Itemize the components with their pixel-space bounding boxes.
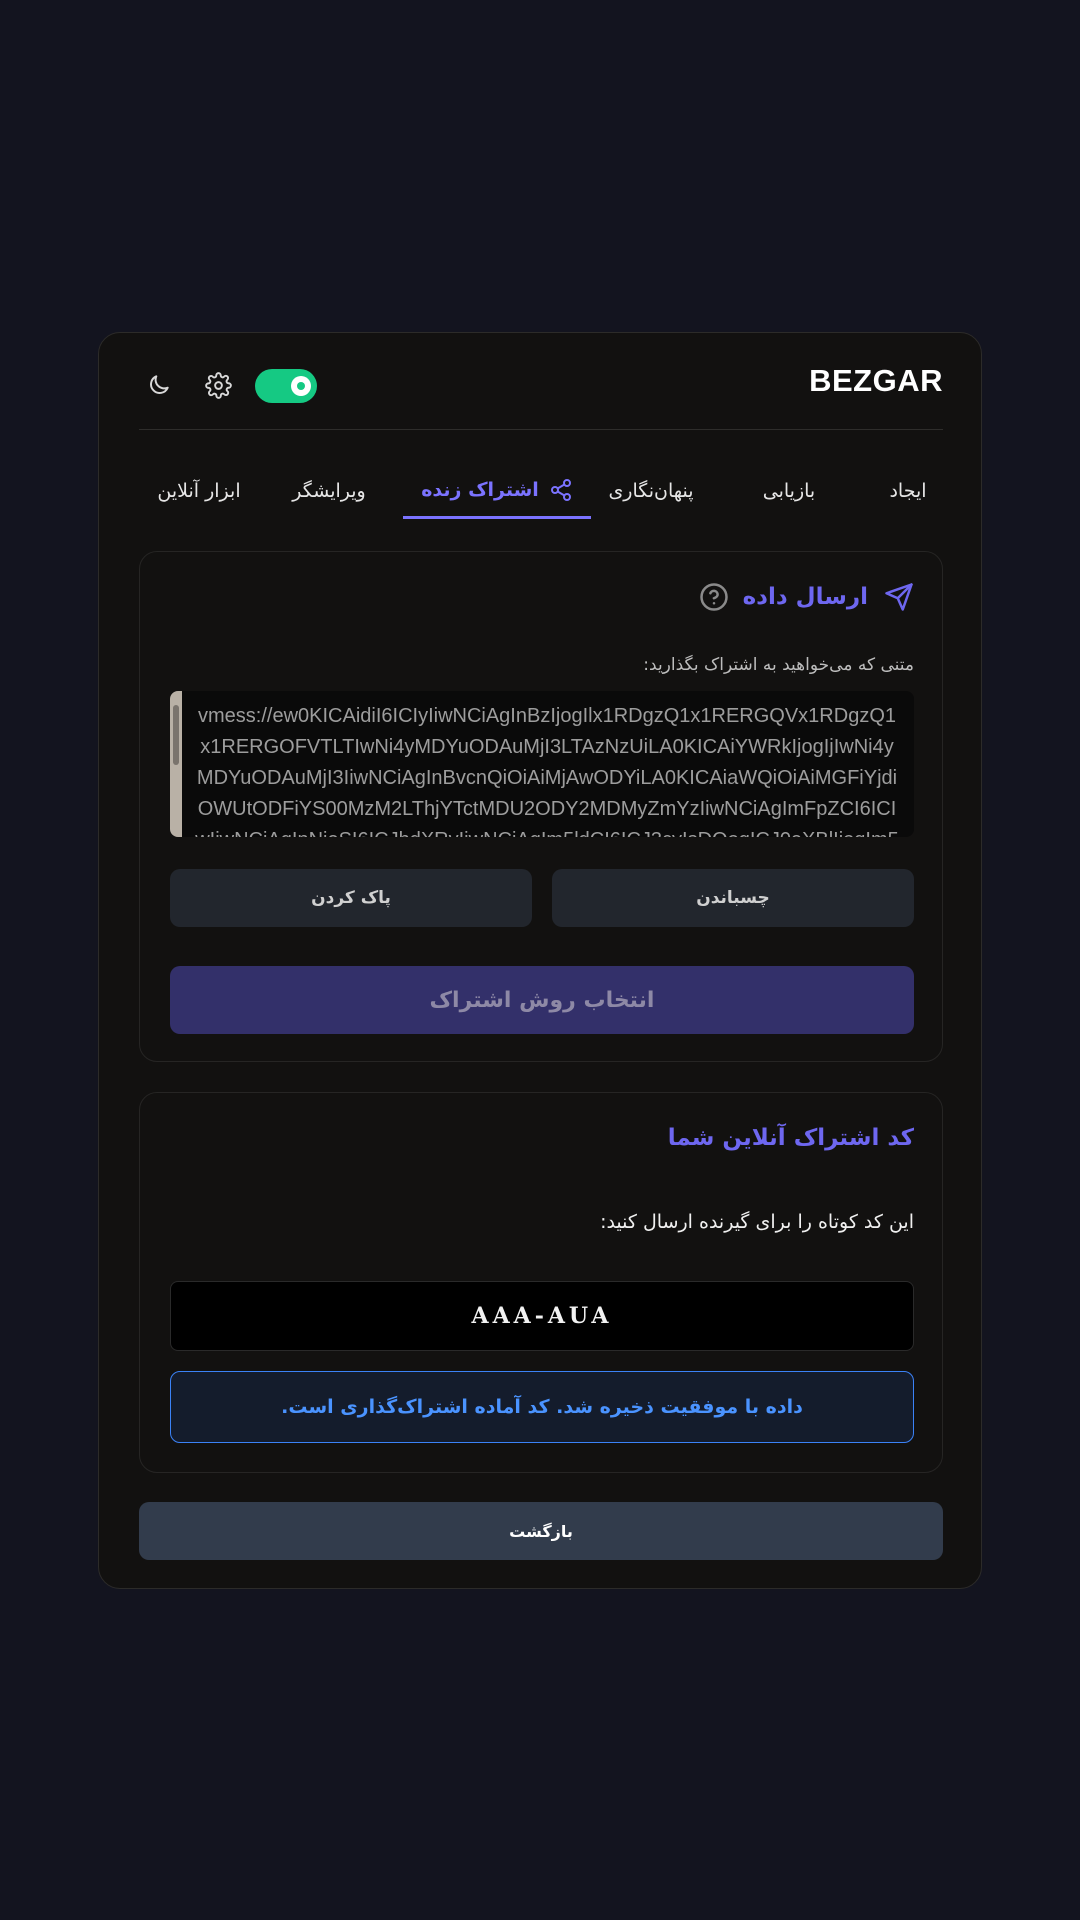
share-code-title: کد اشتراک آنلاین شما [667,1125,914,1151]
tab-bar: ایجاد بازیابی پنهان‌نگاری اشتراک زنده وی… [139,463,943,519]
share-text-input[interactable]: vmess://ew0KICAidiI6ICIyIiwNCiAgInBzIjog… [170,691,914,837]
send-icon [884,582,914,612]
share-code[interactable]: AAA-AUA [170,1281,914,1351]
tab-steganography[interactable]: پنهان‌نگاری [587,463,715,519]
textarea-scrollbar[interactable] [170,691,182,837]
send-data-panel: ارسال داده متنی که می‌خواهید به اشتراک ب… [139,551,943,1062]
mode-toggle[interactable] [255,369,317,403]
gear-icon[interactable] [202,369,234,401]
scrollbar-thumb[interactable] [173,705,179,765]
header: BEZGAR [139,333,943,430]
tab-editor[interactable]: ویرایشگر [275,463,383,519]
success-alert: داده با موفقیت ذخیره شد. کد آماده اشتراک… [170,1371,914,1443]
brand-logo: BEZGAR [809,363,943,398]
send-panel-title-text: ارسال داده [742,584,868,610]
send-panel-title: ارسال داده [699,582,914,612]
paste-button[interactable]: چسباندن [552,869,914,927]
toggle-knob [291,376,311,396]
tab-live-share-label: اشتراک زنده [421,478,539,501]
share-code-panel: کد اشتراک آنلاین شما این کد کوتاه را برا… [139,1092,943,1473]
share-text-value: vmess://ew0KICAidiI6ICIyIiwNCiAgInBzIjog… [195,705,899,837]
clear-button[interactable]: پاک کردن [170,869,532,927]
tab-live-share[interactable]: اشتراک زنده [403,463,591,519]
input-label: متنی که می‌خواهید به اشتراک بگذارید: [643,655,914,675]
share-code-description: این کد کوتاه را برای گیرنده ارسال کنید: [600,1211,914,1233]
help-icon[interactable] [699,582,729,612]
choose-share-method-button[interactable]: انتخاب روش اشتراک [170,966,914,1034]
back-button[interactable]: بازگشت [139,1502,943,1560]
share-icon [549,478,573,502]
moon-icon[interactable] [143,369,175,401]
tab-online-tools[interactable]: ابزار آنلاین [145,463,253,519]
tab-create[interactable]: ایجاد [873,463,943,519]
tab-recover[interactable]: بازیابی [745,463,833,519]
main-card: BEZGAR ایجاد بازیابی پنهان‌نگاری اشتراک … [98,332,982,1589]
